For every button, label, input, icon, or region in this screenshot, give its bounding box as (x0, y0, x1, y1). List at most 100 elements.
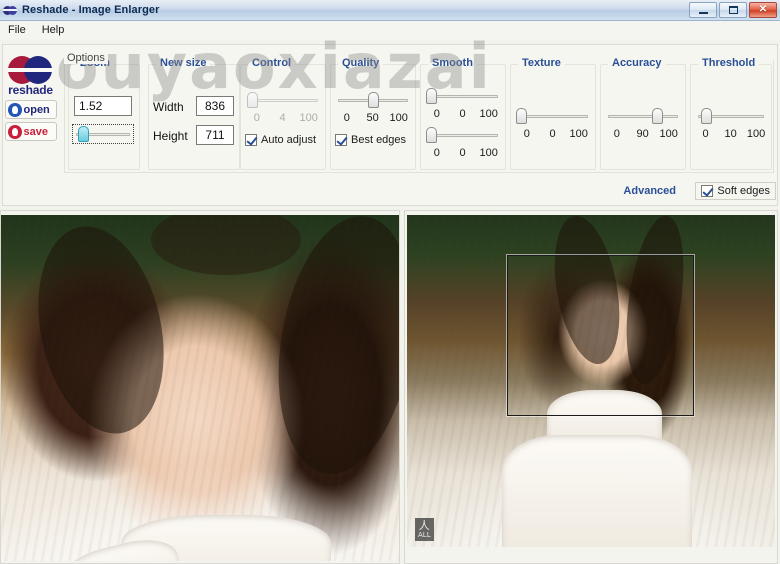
open-button-label: open (23, 103, 50, 116)
open-button[interactable]: open (4, 100, 57, 119)
threshold-tick-current: 10 (724, 128, 737, 140)
open-icon (7, 102, 22, 117)
window-title: Reshade - Image Enlarger (22, 4, 160, 16)
preview-area: 人 ALL (0, 210, 780, 564)
accuracy-tick-current: 90 (636, 128, 649, 140)
smooth-ticks-1: 0 0 100 (424, 108, 502, 120)
best-edges-check-icon (335, 134, 347, 146)
quality-tick-min: 0 (343, 112, 350, 124)
soft-edges-label: Soft edges (717, 185, 770, 197)
minimize-button[interactable] (689, 2, 717, 18)
control-slider[interactable] (246, 92, 320, 108)
auto-adjust-checkbox[interactable]: Auto adjust (245, 134, 316, 146)
threshold-ticks: 0 10 100 (693, 128, 769, 140)
options-legend: Options (64, 52, 108, 64)
maximize-button[interactable] (719, 2, 747, 18)
threshold-tick-max: 100 (746, 128, 766, 140)
source-preview-pane[interactable]: 人 ALL (404, 210, 778, 564)
smooth-slider-2-thumb[interactable] (426, 127, 437, 143)
height-label: Height (153, 129, 188, 143)
smooth-2-tick-current: 0 (459, 147, 466, 159)
brand-label: reshade (8, 83, 53, 97)
save-icon (7, 124, 22, 139)
control-tick-current: 4 (279, 112, 286, 124)
best-edges-checkbox[interactable]: Best edges (335, 134, 406, 146)
auto-adjust-check-icon (245, 134, 257, 146)
quality-ticks: 0 50 100 (334, 112, 412, 124)
smooth-slider-2[interactable] (426, 127, 500, 143)
close-icon: ✕ (758, 4, 768, 15)
save-button-label: save (23, 125, 48, 138)
accuracy-slider[interactable] (606, 108, 680, 124)
left-toolbar: reshade open save (3, 56, 58, 166)
group-smooth: Smooth 0 0 100 0 0 100 (420, 57, 506, 170)
window-controls: ✕ (689, 2, 777, 18)
control-tick-min: 0 (253, 112, 260, 124)
width-label: Width (153, 100, 184, 114)
minimize-icon (698, 12, 708, 14)
threshold-tick-min: 0 (702, 128, 709, 140)
accuracy-slider-thumb[interactable] (652, 108, 663, 124)
menu-item-help[interactable]: Help (34, 23, 73, 37)
reshade-logo-icon (3, 2, 19, 18)
reshade-app-window: Reshade - Image Enlarger ✕ File Help Opt… (0, 0, 780, 564)
threshold-slider[interactable] (696, 108, 766, 124)
source-preview-image[interactable]: 人 ALL (407, 215, 775, 547)
texture-tick-max: 100 (569, 128, 588, 140)
texture-ticks: 0 0 100 (514, 128, 592, 140)
group-new-size: New size Width Height (148, 57, 240, 170)
smooth-2-tick-max: 100 (479, 147, 498, 159)
smooth-1-tick-max: 100 (479, 108, 498, 120)
smooth-1-tick-min: 0 (433, 108, 440, 120)
control-slider-thumb[interactable] (247, 92, 258, 108)
soft-edges-check-icon (701, 185, 714, 197)
texture-tick-current: 0 (549, 128, 556, 140)
menu-bar: File Help (0, 21, 780, 39)
accuracy-ticks: 0 90 100 (604, 128, 682, 140)
zoom-slider[interactable] (72, 124, 134, 144)
group-threshold: Threshold 0 10 100 (690, 57, 772, 170)
accuracy-tick-min: 0 (613, 128, 620, 140)
texture-slider-thumb[interactable] (516, 108, 527, 124)
height-input[interactable] (196, 125, 234, 145)
quality-slider-thumb[interactable] (368, 92, 379, 108)
enlarged-preview-image[interactable] (1, 215, 399, 561)
texture-tick-min: 0 (523, 128, 530, 140)
zoom-input[interactable] (74, 96, 132, 116)
quality-tick-max: 100 (389, 112, 408, 124)
save-button[interactable]: save (4, 122, 57, 141)
maximize-icon (728, 6, 738, 14)
group-quality: Quality 0 50 100 Best edges (330, 57, 416, 170)
selection-rectangle[interactable] (507, 255, 694, 416)
advanced-link[interactable]: Advanced (623, 185, 676, 197)
zoom-slider-thumb[interactable] (78, 126, 89, 142)
photo-watermark-badge: 人 ALL (415, 518, 434, 541)
enlarged-preview-pane[interactable] (0, 210, 400, 564)
soft-edges-checkbox[interactable]: Soft edges (701, 185, 770, 197)
control-ticks: 0 4 100 (244, 112, 322, 124)
reshade-brand-icon (7, 56, 54, 84)
best-edges-label: Best edges (351, 134, 407, 146)
photo-badge-mark: 人 (418, 519, 430, 532)
texture-slider[interactable] (516, 108, 590, 124)
smooth-1-tick-current: 0 (459, 108, 466, 120)
group-accuracy: Accuracy 0 90 100 (600, 57, 686, 170)
auto-adjust-label: Auto adjust (261, 134, 317, 146)
title-bar: Reshade - Image Enlarger ✕ (0, 0, 780, 21)
close-button[interactable]: ✕ (749, 2, 777, 18)
control-tick-max: 100 (299, 112, 318, 124)
group-control: Control 0 4 100 Auto adjust (240, 57, 326, 170)
smooth-2-tick-min: 0 (433, 147, 440, 159)
smooth-slider-1[interactable] (426, 88, 500, 104)
quality-tick-current: 50 (366, 112, 379, 124)
soft-edges-container: Soft edges (695, 182, 776, 200)
smooth-slider-1-thumb[interactable] (426, 88, 437, 104)
accuracy-tick-max: 100 (659, 128, 678, 140)
width-input[interactable] (196, 96, 234, 116)
menu-item-file[interactable]: File (0, 23, 34, 37)
threshold-slider-thumb[interactable] (701, 108, 712, 124)
group-zoom: Zoom (68, 57, 140, 170)
quality-slider[interactable] (336, 92, 410, 108)
smooth-ticks-2: 0 0 100 (424, 147, 502, 159)
group-texture: Texture 0 0 100 (510, 57, 596, 170)
